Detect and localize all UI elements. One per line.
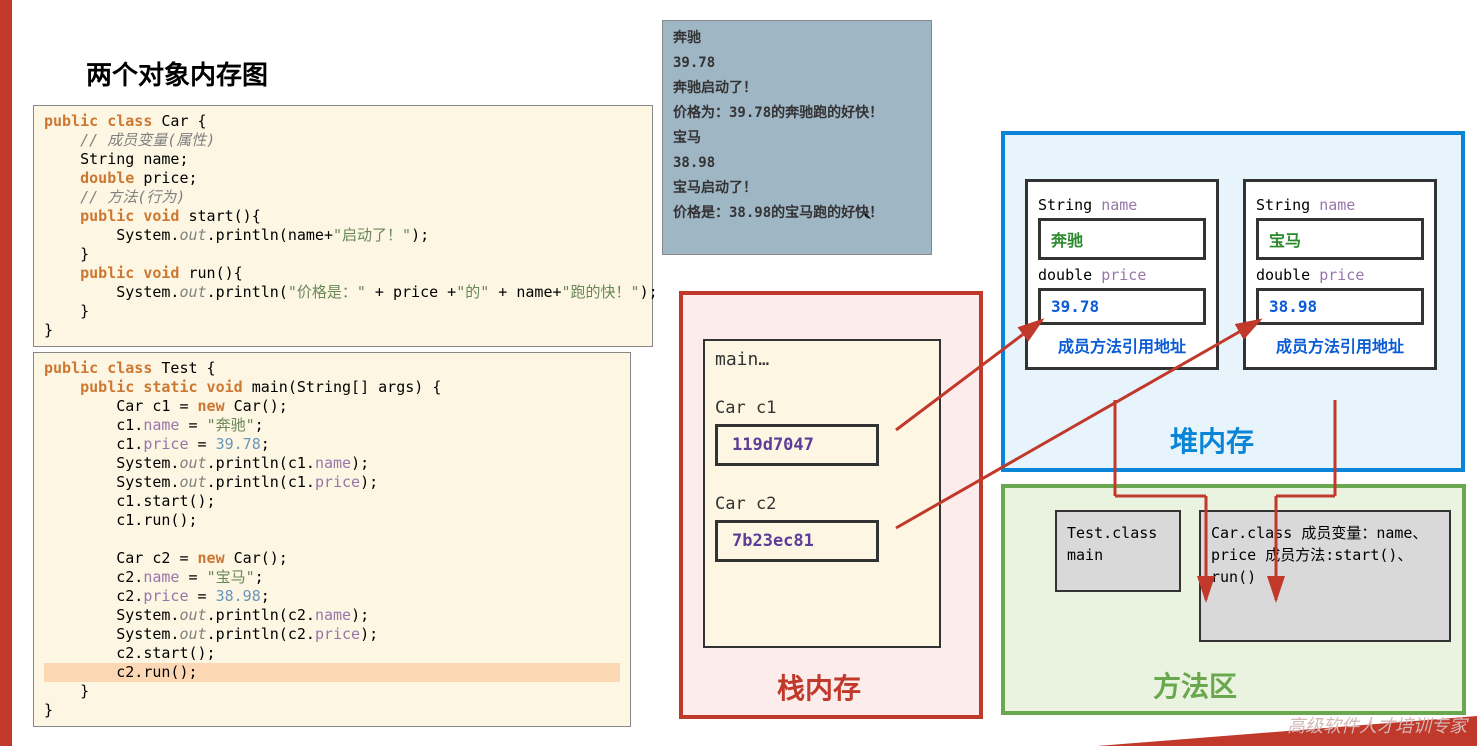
code-car-class: public class Car { // 成员变量(属性) String na… — [33, 105, 653, 347]
field-value-price: 38.98 — [1256, 288, 1424, 325]
field-value-name: 奔驰 — [1038, 218, 1206, 260]
cursor-icon: ↖ — [864, 208, 872, 223]
field-value-name: 宝马 — [1256, 218, 1424, 260]
field-label: double price — [1256, 266, 1424, 284]
console-line: 奔驰启动了！ — [673, 76, 921, 101]
console-line: 价格为：39.78的奔驰跑的好快！ — [673, 101, 921, 126]
frame-title: main… — [715, 349, 929, 370]
method-ref: 成员方法引用地址 — [1038, 333, 1206, 357]
var-label-c2: Car c2 — [715, 494, 929, 514]
heap-object-1: String name 奔驰 double price 39.78 成员方法引用… — [1025, 179, 1219, 370]
left-accent-bar — [0, 0, 12, 746]
console-output: 奔驰 39.78 奔驰启动了！ 价格为：39.78的奔驰跑的好快！ 宝马 38.… — [662, 20, 932, 255]
class-box-car: Car.class 成员变量：name、price 成员方法:start()、r… — [1199, 510, 1451, 642]
method-area-label: 方法区 — [1153, 665, 1237, 705]
console-line: 价格是：38.98的宝马跑的好快！ — [673, 201, 921, 226]
console-line: 宝马 — [673, 126, 921, 151]
stack-label: 栈内存 — [777, 667, 861, 707]
var-label-c1: Car c1 — [715, 398, 929, 418]
stack-memory: main… Car c1 119d7047 Car c2 7b23ec81 栈内… — [679, 291, 983, 719]
heap-memory: String name 奔驰 double price 39.78 成员方法引用… — [1001, 131, 1465, 472]
field-label: double price — [1038, 266, 1206, 284]
heap-object-2: String name 宝马 double price 38.98 成员方法引用… — [1243, 179, 1437, 370]
code-test-class: public class Test { public static void m… — [33, 352, 631, 727]
addr-c2: 7b23ec81 — [715, 520, 879, 562]
page-title: 两个对象内存图 — [86, 55, 268, 92]
field-label: String name — [1256, 196, 1424, 214]
method-area: Test.class main Car.class 成员变量：name、pric… — [1001, 484, 1466, 715]
console-line: 38.98 — [673, 151, 921, 176]
stack-frame-main: main… Car c1 119d7047 Car c2 7b23ec81 — [703, 339, 941, 648]
console-line: 39.78 — [673, 51, 921, 76]
footer-text: 高级软件人才培训专家 — [1287, 712, 1467, 738]
heap-label: 堆内存 — [1170, 420, 1254, 460]
method-ref: 成员方法引用地址 — [1256, 333, 1424, 357]
class-box-test: Test.class main — [1055, 510, 1181, 592]
addr-c1: 119d7047 — [715, 424, 879, 466]
field-value-price: 39.78 — [1038, 288, 1206, 325]
console-line: 奔驰 — [673, 26, 921, 51]
console-line: 宝马启动了！ — [673, 176, 921, 201]
field-label: String name — [1038, 196, 1206, 214]
